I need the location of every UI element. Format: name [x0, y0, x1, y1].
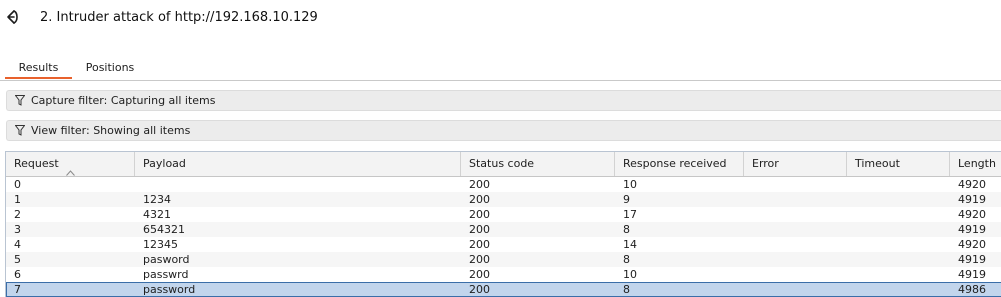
cell-timeout: [847, 222, 950, 237]
cell-error: [744, 282, 847, 297]
cell-length: 4920: [958, 208, 986, 221]
cell-status: 200: [469, 253, 490, 266]
cell-length: 4920: [958, 178, 986, 191]
page-title: 2. Intruder attack of http://192.168.10.…: [40, 10, 318, 25]
cell-error: [744, 177, 847, 192]
cell-request: 2: [14, 208, 21, 221]
cell-response-received: 10: [623, 268, 637, 281]
cell-error: [744, 267, 847, 282]
cell-length: 4919: [958, 193, 986, 206]
cell-payload: 1234: [143, 193, 171, 206]
cell-length: 4919: [958, 223, 986, 236]
column-header-timeout[interactable]: Timeout: [847, 152, 950, 176]
cell-response-received: 17: [623, 208, 637, 221]
cell-response-received: 8: [623, 253, 630, 266]
cell-length: 4920: [958, 238, 986, 251]
view-filter-bar[interactable]: View filter: Showing all items: [6, 120, 1001, 141]
column-header-error[interactable]: Error: [744, 152, 847, 176]
column-header-payload[interactable]: Payload: [135, 152, 461, 176]
tab-results[interactable]: Results: [5, 58, 72, 79]
capture-filter-label: Capture filter: Capturing all items: [31, 94, 216, 107]
cell-payload: passwrd: [143, 268, 189, 281]
cell-status: 200: [469, 193, 490, 206]
cell-response-received: 10: [623, 178, 637, 191]
cell-request: 6: [14, 268, 21, 281]
results-table: Request Payload Status code Response rec…: [5, 151, 1001, 297]
cell-request: 4: [14, 238, 21, 251]
funnel-icon: [14, 95, 26, 106]
column-header-label: Request: [14, 157, 59, 170]
title-bar: 2. Intruder attack of http://192.168.10.…: [0, 0, 1001, 36]
cell-status: 200: [469, 223, 490, 236]
cell-error: [744, 252, 847, 267]
cell-response-received: 14: [623, 238, 637, 251]
table-row[interactable]: 6 passwrd 200 10 4919: [6, 267, 1001, 282]
table-row[interactable]: 3 654321 200 8 4919: [6, 222, 1001, 237]
column-header-request[interactable]: Request: [6, 152, 135, 176]
cell-request: 0: [14, 178, 21, 191]
cell-status: 200: [469, 283, 490, 296]
cell-timeout: [847, 282, 950, 297]
column-header-length[interactable]: Length: [950, 152, 1001, 176]
cell-payload: pasword: [143, 253, 190, 266]
cell-status: 200: [469, 208, 490, 221]
table-row[interactable]: 4 12345 200 14 4920: [6, 237, 1001, 252]
cell-response-received: 8: [623, 223, 630, 236]
cell-error: [744, 207, 847, 222]
cell-payload: [135, 177, 461, 192]
cell-request: 5: [14, 253, 21, 266]
cell-response-received: 8: [623, 283, 630, 296]
cell-timeout: [847, 192, 950, 207]
cell-payload: password: [143, 283, 196, 296]
cell-error: [744, 192, 847, 207]
cell-length: 4919: [958, 253, 986, 266]
cell-timeout: [847, 177, 950, 192]
cell-payload: 4321: [143, 208, 171, 221]
table-row-selected[interactable]: 7 password 200 8 4986: [6, 282, 1001, 297]
cell-status: 200: [469, 178, 490, 191]
sort-ascending-icon: [66, 161, 76, 176]
cell-status: 200: [469, 238, 490, 251]
capture-filter-bar[interactable]: Capture filter: Capturing all items: [6, 90, 1001, 111]
cell-response-received: 9: [623, 193, 630, 206]
table-header: Request Payload Status code Response rec…: [6, 152, 1001, 177]
cell-status: 200: [469, 268, 490, 281]
cell-timeout: [847, 252, 950, 267]
cell-timeout: [847, 237, 950, 252]
cell-length: 4986: [958, 283, 986, 296]
column-header-response-received[interactable]: Response received: [615, 152, 744, 176]
table-row[interactable]: 2 4321 200 17 4920: [6, 207, 1001, 222]
cell-error: [744, 222, 847, 237]
tab-positions[interactable]: Positions: [78, 58, 142, 77]
back-arrow-icon[interactable]: [5, 9, 21, 25]
cell-length: 4919: [958, 268, 986, 281]
table-row[interactable]: 1 1234 200 9 4919: [6, 192, 1001, 207]
column-header-status-code[interactable]: Status code: [461, 152, 615, 176]
cell-timeout: [847, 267, 950, 282]
cell-error: [744, 237, 847, 252]
cell-request: 3: [14, 223, 21, 236]
cell-payload: 12345: [143, 238, 178, 251]
table-body: 0 200 10 4920 1 1234 200 9 4919 2 4321 2…: [6, 177, 1001, 297]
cell-request: 7: [14, 283, 21, 296]
cell-timeout: [847, 207, 950, 222]
cell-request: 1: [14, 193, 21, 206]
tab-bar: Results Positions: [0, 58, 1001, 81]
view-filter-label: View filter: Showing all items: [31, 124, 191, 137]
cell-payload: 654321: [143, 223, 185, 236]
table-row[interactable]: 5 pasword 200 8 4919: [6, 252, 1001, 267]
table-row[interactable]: 0 200 10 4920: [6, 177, 1001, 192]
funnel-icon: [14, 125, 26, 136]
